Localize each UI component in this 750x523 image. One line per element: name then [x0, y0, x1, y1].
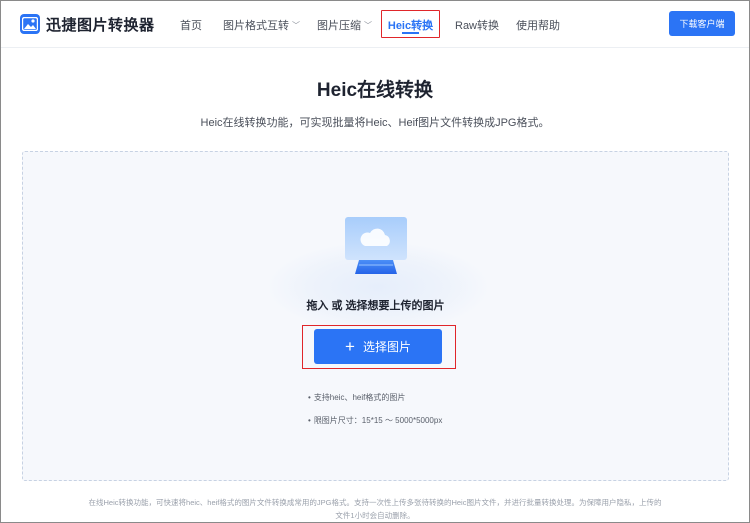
nav-item-heic[interactable]: Heic转换: [381, 10, 440, 38]
nav-item-label: 图片格式互转: [223, 20, 289, 32]
footer-line: 在线Heic转换功能，可快速将heic、heif格式的图片文件转换成常用的JPG…: [88, 498, 662, 507]
select-image-label: 选择图片: [362, 340, 411, 354]
nav-item-label: 图片压缩: [317, 20, 361, 32]
upload-prompt: 拖入 或 选择想要上传的图片: [306, 300, 445, 312]
nav-item-label: Heic转换: [387, 20, 434, 32]
download-client-button[interactable]: 下载客户端: [669, 11, 735, 36]
select-image-button[interactable]: + 选择图片: [314, 329, 442, 364]
upload-illustration-icon: [341, 214, 411, 285]
app-name: 迅捷图片转换器: [46, 16, 155, 34]
tip-formats: • 支持heic、heif格式的图片: [308, 393, 406, 402]
nav-item-compress[interactable]: 图片压缩 ﹀: [317, 17, 372, 33]
tip-text: 支持heic、heif格式的图片: [313, 393, 406, 402]
top-header: 迅捷图片转换器 首页 图片格式互转 ﹀ 图片压缩 ﹀ Heic转换 Raw转换 使用…: [0, 0, 750, 48]
app-logo[interactable]: 迅捷图片转换器: [20, 13, 155, 35]
footer-description: 在线Heic转换功能，可快速将heic、heif格式的图片文件转换成常用的JPG…: [40, 496, 710, 522]
chevron-down-icon: ﹀: [364, 21, 372, 30]
tip-size-limit: • 限图片尺寸：15*15 ～ 5000*5000px: [308, 416, 443, 425]
tip-text: 限图片尺寸：15*15 ～ 5000*5000px: [313, 416, 443, 425]
image-icon: [20, 14, 40, 34]
nav-item-help[interactable]: 使用帮助: [516, 17, 560, 33]
page-title: Heic在线转换: [316, 80, 434, 101]
nav-item-raw[interactable]: Raw转换: [455, 17, 499, 33]
nav-item-home[interactable]: 首页: [180, 17, 202, 33]
chevron-down-icon: ﹀: [292, 21, 300, 30]
active-underline: [402, 32, 419, 34]
upload-dropzone[interactable]: 拖入 或 选择想要上传的图片 + 选择图片 • 支持heic、heif格式的图片 …: [22, 151, 729, 481]
footer-line: 文件1小时会自动删除。: [335, 511, 415, 520]
plus-icon: +: [345, 337, 355, 356]
page-subtitle: Heic在线转换功能，可实现批量将Heic、Heif图片文件转换成JPG格式。: [200, 117, 550, 129]
nav-item-format-convert[interactable]: 图片格式互转 ﹀: [223, 17, 300, 33]
upload-tips: • 支持heic、heif格式的图片 • 限图片尺寸：15*15 ～ 5000*50…: [308, 392, 442, 438]
